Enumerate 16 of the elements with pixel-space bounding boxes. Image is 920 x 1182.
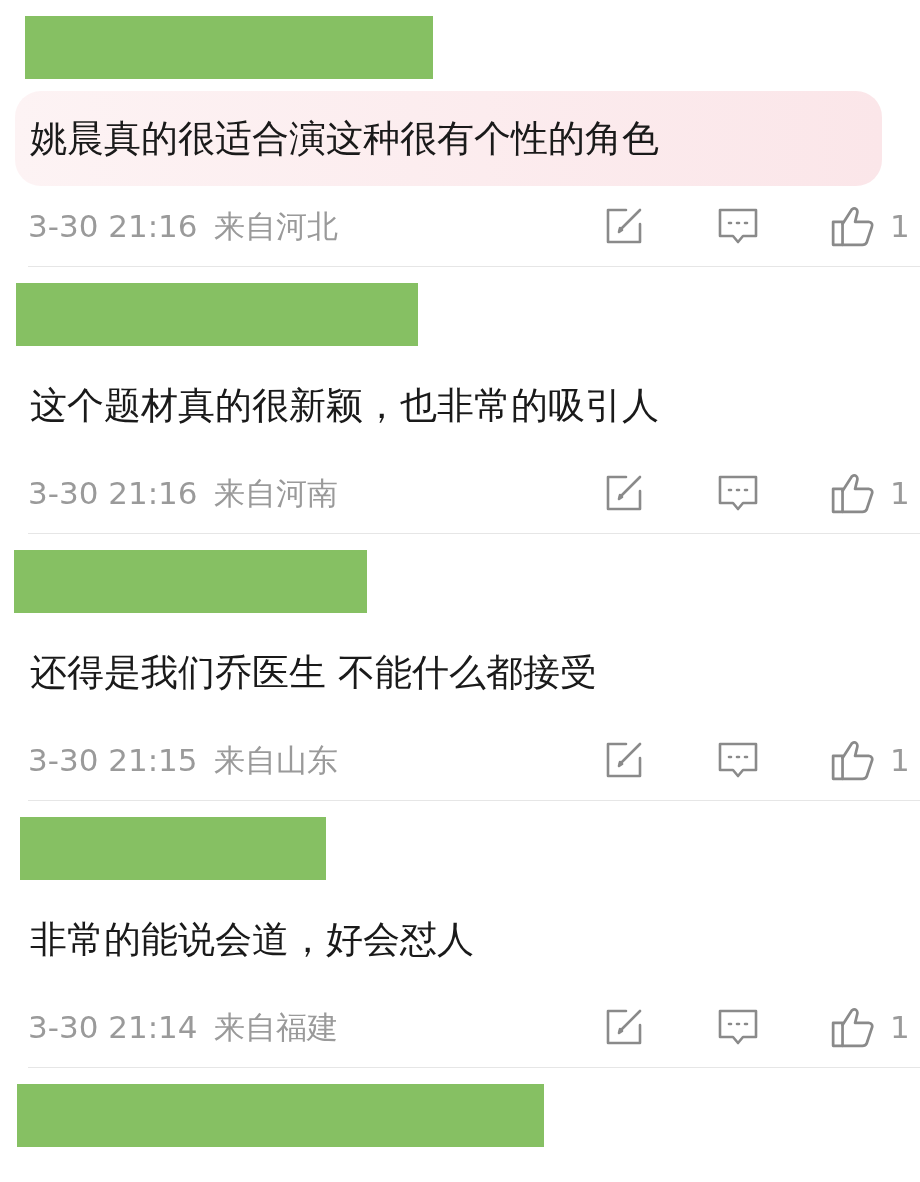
comment-time: 3-30 21:15 xyxy=(28,740,198,780)
comment-location: 来自河南 xyxy=(213,473,338,513)
like-count: 1 xyxy=(890,740,911,780)
comment-text: 这个题材真的很新颖，也非常的吸引人 xyxy=(29,383,660,429)
comment-time: 3-30 21:14 xyxy=(28,1007,198,1047)
comment-location: 来自福建 xyxy=(213,1007,338,1047)
comment-location: 来自河北 xyxy=(213,206,338,246)
like-count: 1 xyxy=(890,1007,911,1047)
comment-time: 3-30 21:16 xyxy=(28,206,198,246)
comment-text: 姚晨真的很适合演这种很有个性的角色 xyxy=(15,91,882,186)
like-count: 1 xyxy=(890,473,911,513)
comment-time: 3-30 21:16 xyxy=(28,473,198,513)
comment-text: 还得是我们乔医生 不能什么都接受 xyxy=(29,650,598,696)
comment-location: 来自山东 xyxy=(213,740,338,780)
comment-text: 非常的能说会道，好会怼人 xyxy=(29,917,475,963)
like-count: 1 xyxy=(890,206,911,246)
